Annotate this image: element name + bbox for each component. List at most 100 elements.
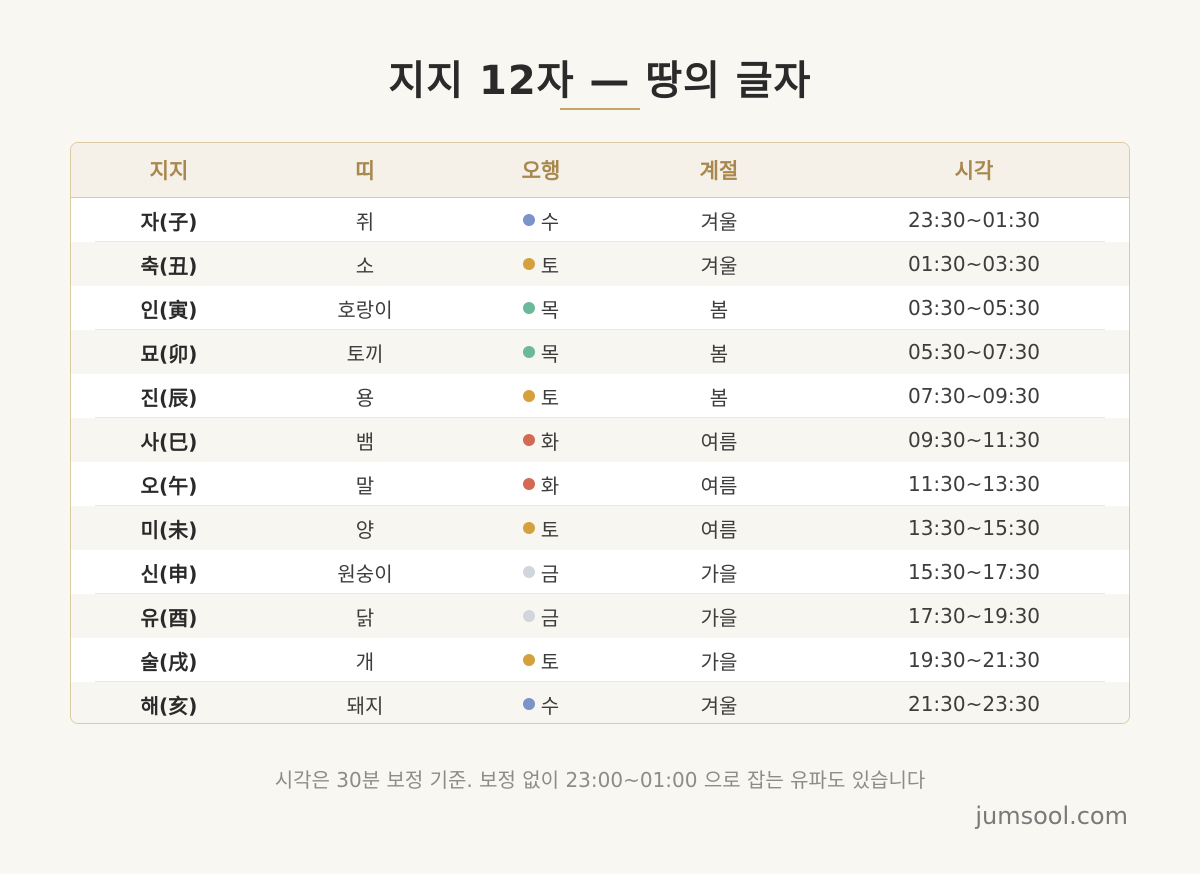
cell-animal: 토끼 [346, 341, 384, 366]
cell-branch: 자(子) [140, 209, 198, 234]
cell-season: 여름 [700, 517, 738, 542]
cell-animal: 호랑이 [337, 297, 393, 322]
element-badge: 토 [522, 514, 559, 543]
table-row: 진(辰) 용 토 봄 07:30~09:30 [71, 374, 1129, 418]
cell-time: 21:30~23:30 [907, 692, 1041, 716]
cell-branch: 사(巳) [140, 429, 198, 454]
cell-element: 수 [463, 206, 619, 235]
cell-time: 15:30~17:30 [907, 560, 1041, 584]
table-row: 오(午) 말 화 여름 11:30~13:30 [71, 462, 1129, 506]
element-dot-icon [522, 522, 535, 534]
element-label: 화 [540, 473, 560, 498]
element-label: 금 [540, 605, 560, 630]
table-row: 신(申) 원숭이 금 가을 15:30~17:30 [71, 550, 1129, 594]
header-animal: 띠 [355, 159, 375, 183]
element-label: 화 [540, 429, 560, 454]
cell-season: 겨울 [700, 693, 738, 718]
element-badge: 수 [522, 206, 560, 235]
page-title: 지지 12자 — 땅의 글자 [388, 58, 812, 104]
table-row: 해(亥) 돼지 수 겨울 21:30~23:30 [71, 682, 1129, 723]
cell-element: 화 [463, 470, 619, 499]
cell-animal: 닭 [355, 605, 375, 630]
cell-season: 여름 [700, 429, 738, 454]
element-badge: 금 [522, 602, 560, 631]
cell-animal: 소 [355, 253, 375, 278]
table-row: 자(子) 쥐 수 겨울 23:30~01:30 [71, 198, 1129, 242]
cell-element: 토 [463, 514, 619, 543]
cell-season: 가을 [700, 649, 738, 674]
cell-time: 11:30~13:30 [907, 472, 1041, 496]
table-row: 미(未) 양 토 여름 13:30~15:30 [71, 506, 1129, 550]
element-label: 목 [540, 341, 560, 366]
cell-element: 수 [463, 690, 619, 719]
table-header: 지지 띠 오행 계절 시각 [71, 143, 1129, 198]
element-badge: 토 [522, 250, 559, 279]
table-row: 유(酉) 닭 금 가을 17:30~19:30 [71, 594, 1129, 638]
cell-animal: 원숭이 [337, 561, 393, 586]
cell-animal: 돼지 [346, 693, 384, 718]
element-dot-icon [522, 346, 535, 358]
element-dot-icon [522, 258, 535, 270]
cell-animal: 뱀 [355, 429, 375, 454]
table-row: 술(戌) 개 토 가을 19:30~21:30 [71, 638, 1129, 682]
cell-branch: 신(申) [140, 561, 198, 586]
element-label: 수 [540, 209, 560, 234]
cell-time: 19:30~21:30 [907, 648, 1041, 672]
element-badge: 금 [522, 558, 560, 587]
cell-element: 토 [463, 250, 619, 279]
cell-branch: 축(丑) [140, 253, 198, 278]
footnote: 시각은 30분 보정 기준. 보정 없이 23:00~01:00 으로 잡는 유… [274, 768, 926, 792]
element-dot-icon [522, 654, 535, 666]
cell-element: 금 [463, 602, 619, 631]
element-dot-icon [522, 390, 535, 402]
cell-element: 목 [463, 338, 619, 367]
cell-time: 23:30~01:30 [907, 208, 1041, 232]
element-dot-icon [522, 698, 535, 710]
cell-element: 토 [463, 646, 619, 675]
cell-animal: 개 [355, 649, 375, 674]
cell-element: 화 [463, 426, 619, 455]
cell-branch: 진(辰) [140, 385, 198, 410]
element-label: 토 [540, 385, 560, 410]
cell-time: 09:30~11:30 [907, 428, 1041, 452]
table-row: 사(巳) 뱀 화 여름 09:30~11:30 [71, 418, 1129, 462]
element-badge: 토 [522, 382, 560, 411]
element-badge: 목 [522, 338, 560, 367]
cell-time: 05:30~07:30 [907, 340, 1041, 364]
cell-season: 가을 [700, 561, 738, 586]
cell-animal: 양 [355, 517, 375, 542]
cell-season: 겨울 [700, 209, 738, 234]
element-label: 금 [540, 561, 560, 586]
branches-table: 지지 띠 오행 계절 시각 자(子) 쥐 수 겨울 23:30~01:30 축(丑) 소 토 겨… [70, 142, 1130, 724]
element-badge: 화 [522, 470, 560, 499]
cell-season: 여름 [700, 473, 738, 498]
header-element: 오행 [521, 159, 561, 183]
element-label: 목 [540, 297, 560, 322]
element-badge: 화 [522, 426, 560, 455]
header-time: 시각 [954, 159, 994, 183]
element-label: 수 [540, 693, 560, 718]
element-badge: 토 [522, 646, 560, 675]
element-badge: 목 [522, 294, 560, 323]
brand-text: jumsool.com [975, 802, 1128, 830]
cell-element: 목 [463, 294, 619, 323]
cell-branch: 술(戌) [140, 649, 198, 674]
cell-branch: 해(亥) [140, 693, 198, 718]
header-season: 계절 [699, 159, 739, 183]
element-badge: 수 [522, 690, 560, 719]
cell-branch: 유(酉) [140, 605, 198, 630]
element-dot-icon [522, 610, 535, 622]
cell-element: 금 [463, 558, 619, 587]
cell-season: 봄 [709, 385, 729, 410]
cell-season: 가을 [700, 605, 738, 630]
cell-time: 13:30~15:30 [907, 516, 1041, 540]
table-row: 인(寅) 호랑이 목 봄 03:30~05:30 [71, 286, 1129, 330]
cell-element: 토 [463, 382, 619, 411]
cell-branch: 오(午) [140, 473, 198, 498]
cell-season: 봄 [709, 297, 729, 322]
cell-branch: 인(寅) [140, 297, 198, 322]
element-dot-icon [522, 434, 535, 446]
header-branch: 지지 [149, 159, 189, 183]
element-label: 토 [540, 649, 560, 674]
element-dot-icon [522, 478, 535, 490]
